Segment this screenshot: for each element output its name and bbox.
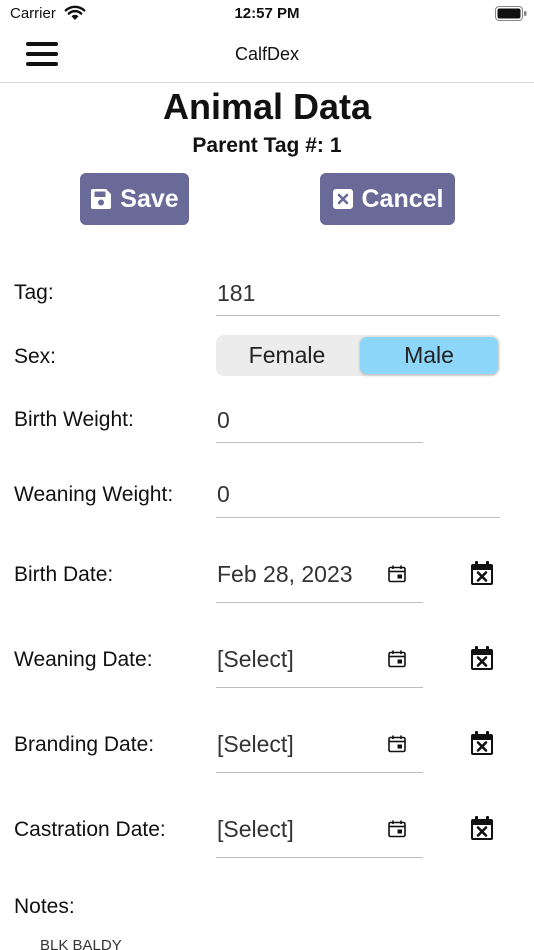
birth-weight-label: Birth Weight:	[14, 408, 134, 431]
calendar-icon[interactable]	[387, 564, 407, 584]
tag-label: Tag:	[14, 281, 54, 304]
cancel-button[interactable]: Cancel	[320, 173, 455, 225]
notes-label: Notes:	[14, 895, 75, 918]
parent-tag-value: 1	[329, 134, 342, 157]
calendar-clear-icon[interactable]	[470, 645, 494, 671]
notes-field[interactable]: BLK BALDY	[40, 937, 122, 950]
save-button[interactable]: Save	[80, 173, 189, 225]
page-title: Animal Data	[162, 86, 372, 127]
status-bar: Carrier 12:57 PM	[0, 0, 534, 28]
calendar-icon[interactable]	[387, 734, 407, 754]
sex-label: Sex:	[14, 345, 57, 368]
sex-segmented-control: Female Male	[216, 335, 500, 376]
parent-tag-label: Parent Tag #:	[192, 134, 324, 157]
calendar-icon[interactable]	[387, 649, 407, 669]
branding-date-label: Branding Date:	[14, 733, 155, 756]
sex-option-female[interactable]: Female	[218, 337, 356, 374]
calendar-icon[interactable]	[387, 819, 407, 839]
weaning-weight-field[interactable]: 0	[216, 481, 500, 518]
battery-icon	[495, 6, 527, 21]
weaning-weight-label: Weaning Weight:	[14, 483, 174, 506]
birth-weight-field[interactable]: 0	[216, 407, 423, 443]
nav-title: CalfDex	[234, 44, 300, 64]
castration-date-label: Castration Date:	[14, 818, 166, 841]
birth-date-label: Birth Date:	[14, 563, 114, 586]
tag-field[interactable]: 181	[216, 280, 500, 316]
clock: 12:57 PM	[234, 5, 300, 22]
weaning-date-label: Weaning Date:	[14, 648, 153, 671]
calendar-clear-icon[interactable]	[470, 730, 494, 756]
sex-option-male[interactable]: Male	[360, 337, 498, 374]
nav-bar: CalfDex	[0, 28, 534, 83]
calendar-clear-icon[interactable]	[470, 560, 494, 586]
floppy-disk-icon	[91, 189, 112, 209]
close-box-icon	[332, 189, 353, 209]
save-button-label: Save	[120, 184, 179, 213]
parent-tag: Parent Tag #: 1	[0, 134, 534, 158]
cancel-button-label: Cancel	[361, 184, 444, 213]
calendar-clear-icon[interactable]	[470, 815, 494, 841]
